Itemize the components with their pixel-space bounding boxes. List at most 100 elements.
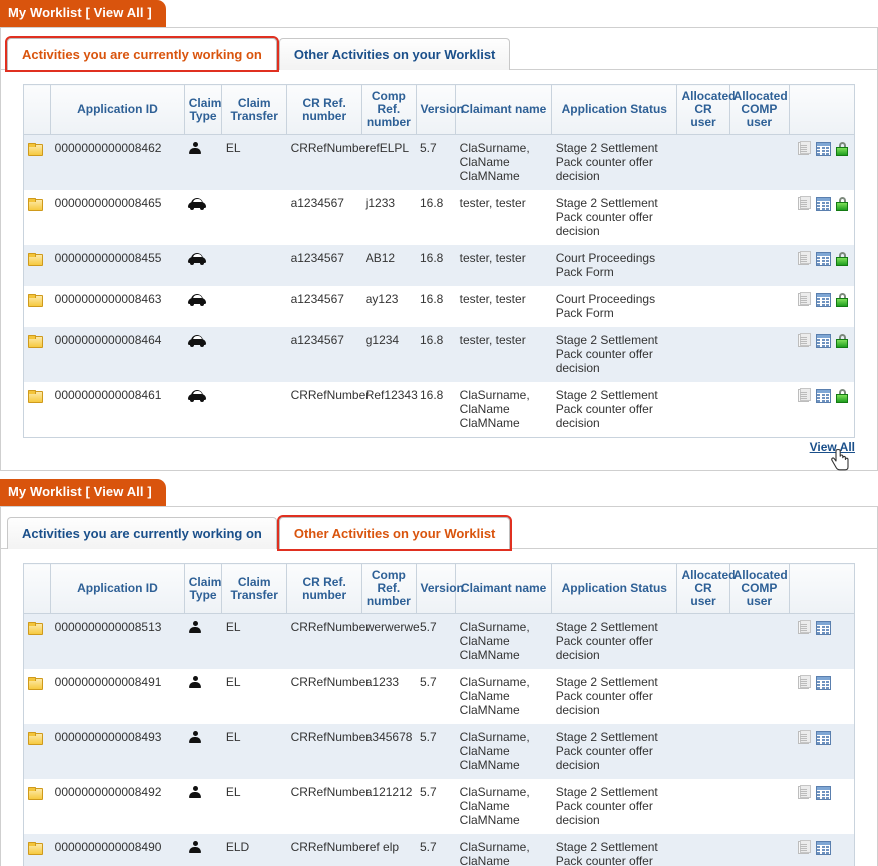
grid-icon[interactable]: [816, 142, 831, 156]
cell-comp-ref-number: a1233: [362, 669, 416, 724]
car-icon: [188, 198, 206, 210]
cell-actions[interactable]: [790, 286, 855, 327]
cell-allocated-comp-user: [729, 724, 790, 779]
folder-icon[interactable]: [28, 842, 42, 854]
cell-actions[interactable]: [790, 779, 855, 834]
lock-icon[interactable]: [836, 197, 848, 211]
document-icon[interactable]: [798, 840, 811, 855]
col-application-id: Application ID: [51, 85, 185, 135]
grid-icon[interactable]: [816, 841, 831, 855]
table-row[interactable]: 0000000000008461CRRefNumberRef1234316.8C…: [24, 382, 855, 438]
cell-actions[interactable]: [790, 724, 855, 779]
folder-icon[interactable]: [28, 732, 42, 744]
cell-actions[interactable]: [790, 382, 855, 438]
grid-icon[interactable]: [816, 731, 831, 745]
car-icon: [188, 294, 206, 306]
lock-icon[interactable]: [836, 252, 848, 266]
grid-icon[interactable]: [816, 621, 831, 635]
cell-folder[interactable]: [24, 614, 51, 670]
document-icon[interactable]: [798, 388, 811, 403]
worklist-table-2: Application ID Claim Type Claim Transfer…: [23, 563, 855, 866]
view-all-link[interactable]: View All: [810, 440, 855, 454]
table-row[interactable]: 0000000000008513ELCRRefNumberwerwerwe5.7…: [24, 614, 855, 670]
table-row[interactable]: 0000000000008493ELCRRefNumbera3456785.7C…: [24, 724, 855, 779]
folder-icon[interactable]: [28, 622, 42, 634]
lock-icon[interactable]: [836, 334, 848, 348]
cell-actions[interactable]: [790, 834, 855, 866]
cell-claim-transfer: EL: [222, 669, 287, 724]
cell-application-status: Stage 2 Settlement Pack counter offer de…: [552, 779, 677, 834]
folder-icon[interactable]: [28, 335, 42, 347]
document-icon[interactable]: [798, 292, 811, 307]
document-icon[interactable]: [798, 620, 811, 635]
tab-activities-working-on[interactable]: Activities you are currently working on: [7, 517, 277, 549]
cell-comp-ref-number: refELPL: [362, 135, 416, 191]
table-row[interactable]: 0000000000008491ELCRRefNumbera12335.7Cla…: [24, 669, 855, 724]
table-row[interactable]: 0000000000008464a1234567g123416.8tester,…: [24, 327, 855, 382]
cell-actions[interactable]: [790, 327, 855, 382]
cell-folder[interactable]: [24, 724, 51, 779]
table-row[interactable]: 0000000000008463a1234567ay12316.8tester,…: [24, 286, 855, 327]
table-header-2: Application ID Claim Type Claim Transfer…: [24, 564, 855, 614]
cell-folder[interactable]: [24, 135, 51, 191]
lock-icon[interactable]: [836, 142, 848, 156]
cell-comp-ref-number: j1233: [362, 190, 416, 245]
tab-other-activities[interactable]: Other Activities on your Worklist: [279, 517, 511, 549]
cell-actions[interactable]: [790, 614, 855, 670]
cell-folder[interactable]: [24, 245, 51, 286]
cell-actions[interactable]: [790, 669, 855, 724]
table-row[interactable]: 0000000000008462ELCRRefNumberrefELPL5.7C…: [24, 135, 855, 191]
cell-folder[interactable]: [24, 286, 51, 327]
grid-icon[interactable]: [816, 389, 831, 403]
cell-cr-ref-number: CRRefNumber: [287, 724, 362, 779]
table-row[interactable]: 0000000000008492ELCRRefNumbera1212125.7C…: [24, 779, 855, 834]
cell-actions[interactable]: [790, 245, 855, 286]
cell-folder[interactable]: [24, 327, 51, 382]
folder-icon[interactable]: [28, 787, 42, 799]
cell-application-status: Stage 2 Settlement Pack counter offer de…: [552, 135, 677, 191]
cell-application-id: 0000000000008491: [51, 669, 185, 724]
grid-icon[interactable]: [816, 676, 831, 690]
cell-cr-ref-number: CRRefNumber: [287, 614, 362, 670]
cell-comp-ref-number: a345678: [362, 724, 416, 779]
cell-folder[interactable]: [24, 669, 51, 724]
col-allocated-cr-user: Allocated CR user: [677, 564, 729, 614]
cell-claim-transfer: [222, 286, 287, 327]
grid-icon[interactable]: [816, 334, 831, 348]
col-select: [24, 85, 51, 135]
grid-icon[interactable]: [816, 786, 831, 800]
tab-activities-working-on[interactable]: Activities you are currently working on: [7, 38, 277, 70]
cell-claim-transfer: EL: [222, 779, 287, 834]
folder-icon[interactable]: [28, 677, 42, 689]
car-icon: [188, 253, 206, 265]
document-icon[interactable]: [798, 730, 811, 745]
folder-icon[interactable]: [28, 390, 42, 402]
table-row[interactable]: 0000000000008455a1234567AB1216.8tester, …: [24, 245, 855, 286]
cell-claim-type: [184, 286, 222, 327]
document-icon[interactable]: [798, 251, 811, 266]
cell-folder[interactable]: [24, 190, 51, 245]
folder-icon[interactable]: [28, 198, 42, 210]
document-icon[interactable]: [798, 141, 811, 156]
folder-icon[interactable]: [28, 253, 42, 265]
header-row: Application ID Claim Type Claim Transfer…: [24, 564, 855, 614]
cell-actions[interactable]: [790, 135, 855, 191]
cell-folder[interactable]: [24, 382, 51, 438]
folder-icon[interactable]: [28, 143, 42, 155]
lock-icon[interactable]: [836, 293, 848, 307]
cell-actions[interactable]: [790, 190, 855, 245]
folder-icon[interactable]: [28, 294, 42, 306]
cell-folder[interactable]: [24, 779, 51, 834]
cell-folder[interactable]: [24, 834, 51, 866]
grid-icon[interactable]: [816, 293, 831, 307]
document-icon[interactable]: [798, 785, 811, 800]
table-row[interactable]: 0000000000008490ELDCRRefNumberref elp5.7…: [24, 834, 855, 866]
table-row[interactable]: 0000000000008465a1234567j123316.8tester,…: [24, 190, 855, 245]
document-icon[interactable]: [798, 333, 811, 348]
document-icon[interactable]: [798, 196, 811, 211]
tab-other-activities[interactable]: Other Activities on your Worklist: [279, 38, 511, 70]
grid-icon[interactable]: [816, 197, 831, 211]
lock-icon[interactable]: [836, 389, 848, 403]
grid-icon[interactable]: [816, 252, 831, 266]
document-icon[interactable]: [798, 675, 811, 690]
